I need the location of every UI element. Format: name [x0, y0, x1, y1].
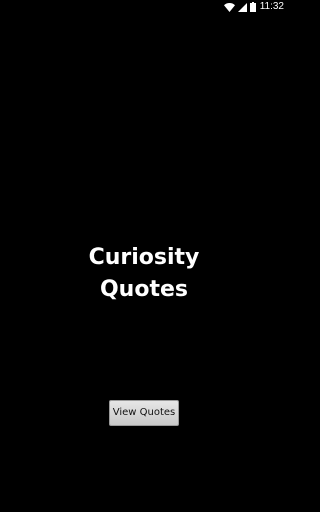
page-title: Curiosity Quotes	[0, 242, 288, 306]
status-icons: 11:32	[223, 1, 284, 13]
battery-icon	[249, 2, 256, 12]
title-line-1: Curiosity	[88, 245, 200, 270]
wifi-icon	[223, 2, 235, 12]
app-screen: 11:32 Curiosity Quotes View Quotes	[0, 0, 288, 512]
signal-icon	[237, 2, 247, 12]
status-time: 11:32	[259, 1, 284, 12]
title-line-2: Quotes	[99, 277, 188, 302]
view-quotes-button[interactable]: View Quotes	[109, 400, 179, 426]
status-bar: 11:32	[0, 0, 288, 14]
